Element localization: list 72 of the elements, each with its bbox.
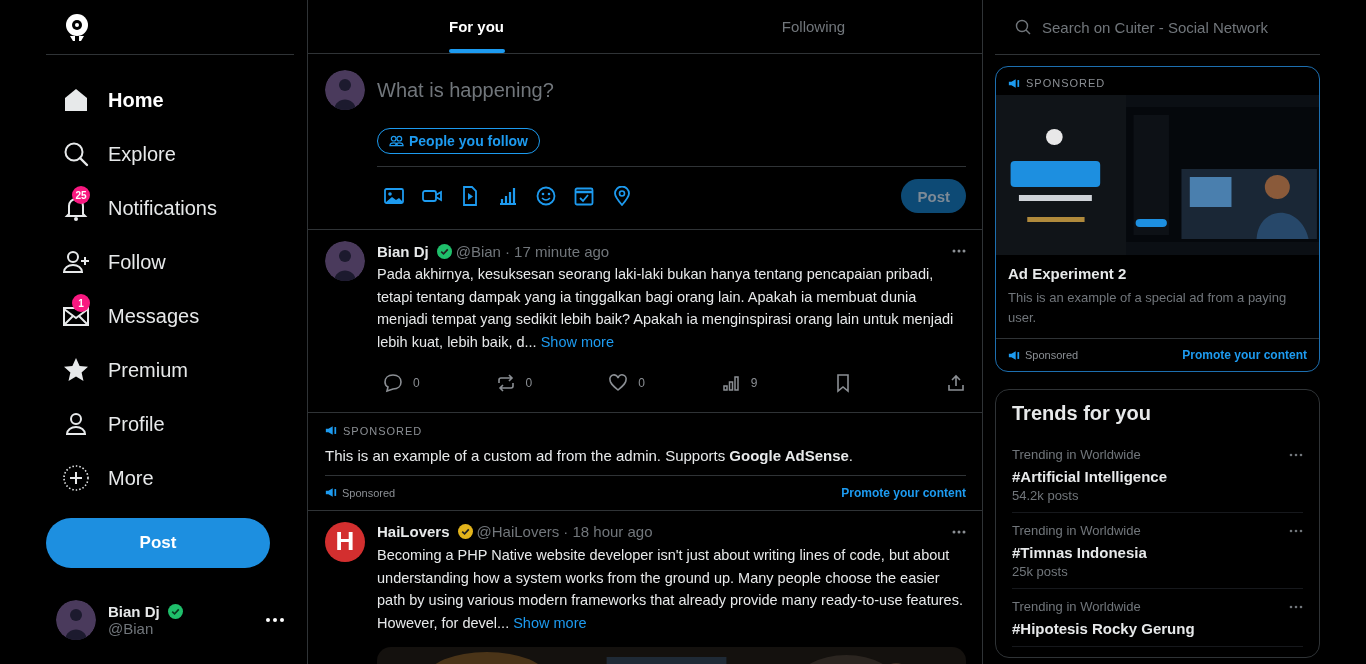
count-badge: 1	[72, 294, 90, 312]
author-name[interactable]: Bian Dj	[377, 242, 429, 260]
search-icon	[1015, 19, 1031, 35]
account-handle: @Bian	[108, 620, 155, 637]
share-icon[interactable]	[945, 372, 966, 393]
play-file-icon[interactable]	[460, 186, 480, 206]
post-text: Becoming a PHP Native website developer isn't just about writing lines of code, but about understanding how a system works from the ground up. Many people choose the easier path by using various modern frameworks that already provide many ready-to-use features. However, for devel... Show more	[377, 545, 964, 633]
more-icon[interactable]	[952, 249, 966, 253]
avatar	[325, 70, 365, 110]
nav-item[interactable]: Profile	[108, 412, 165, 436]
reply-count: 0	[413, 375, 420, 390]
ad-text: This is an example of a custom ad from the admin. Supports Google AdSense.	[325, 446, 966, 476]
heart-icon[interactable]	[608, 372, 629, 393]
show-more-link[interactable]: Show more	[513, 614, 587, 631]
home-icon	[62, 86, 90, 114]
sponsored-label: Sponsored	[342, 486, 396, 499]
trends-title: Trends for you	[1012, 402, 1152, 425]
trend-context: Trending in Worldwide	[1012, 599, 1141, 614]
map-pin-icon[interactable]	[612, 186, 632, 206]
megaphone-icon	[325, 426, 337, 436]
calendar-icon[interactable]	[574, 186, 594, 206]
user-plus-icon	[62, 248, 90, 276]
megaphone-icon	[1008, 78, 1020, 88]
comment-icon[interactable]	[383, 372, 403, 393]
nav-item[interactable]: Premium	[108, 358, 188, 382]
feed-tab[interactable]: Following	[645, 0, 982, 53]
more-icon[interactable]	[266, 618, 284, 622]
trend-context: Trending in Worldwide	[1012, 447, 1141, 462]
view-count: 9	[750, 375, 758, 390]
like-count: 0	[638, 375, 645, 390]
smiley-icon[interactable]	[536, 186, 556, 206]
search-icon	[62, 140, 90, 168]
nav-item[interactable]: Follow	[108, 250, 166, 274]
post-time: · 17 minute ago	[504, 242, 610, 260]
repost-icon[interactable]	[495, 372, 516, 393]
feed-tab[interactable]: For you	[308, 0, 645, 53]
account-name: Bian Dj	[108, 603, 160, 620]
nav-item[interactable]: Home	[108, 88, 164, 112]
post-count: 25k posts	[1012, 564, 1069, 579]
count-badge: 25	[72, 186, 90, 204]
ad-text: This is an example of a special ad from a paying user.	[1008, 289, 1288, 327]
post-time: · 18 hour ago	[563, 523, 653, 541]
bar-chart-icon[interactable]	[498, 186, 518, 206]
post-text: Pada akhirnya, kesuksesan seorang laki-laki bukan hanya tentang pencapaian pribadi, tetapi tentang dampak yang ia tinggalkan bagi orang lain. Apakah ia membuat dunia menjadi tempat yang sedikit lebih baik? Apakah ia menginspirasi orang lain untuk menjadi lebih kuat, lebih baik, d... Show more	[377, 265, 955, 353]
trend-tag[interactable]: #Artificial Intelligence	[1012, 468, 1303, 485]
author-handle: @HaiLovers	[476, 523, 560, 541]
megaphone-icon	[325, 488, 337, 498]
promote-link[interactable]: Promote your content	[841, 485, 966, 500]
nav-item[interactable]: Explore	[108, 142, 176, 166]
search-field[interactable]: Search on Cuiter - Social Network	[1042, 18, 1320, 36]
ad-title[interactable]: Ad Experiment 2	[996, 255, 1319, 282]
people-icon	[389, 135, 404, 147]
promote-link[interactable]: Promote your content	[1182, 348, 1307, 362]
nav-item[interactable]: More	[108, 466, 154, 490]
nav-item[interactable]: Messages	[108, 304, 200, 328]
plus-circle-icon	[62, 464, 90, 492]
image-icon[interactable]	[384, 186, 404, 206]
megaphone-icon	[1008, 350, 1020, 360]
sponsored-label: Sponsored	[1025, 349, 1079, 361]
show-more-link[interactable]: Show more	[540, 334, 614, 351]
author-handle: @Bian	[455, 242, 501, 260]
trend-context: Trending in Worldwide	[1012, 523, 1141, 538]
author-name[interactable]: HaiLovers	[377, 523, 450, 541]
sponsored-label: SPONSORED	[1026, 77, 1106, 89]
sponsored-label: SPONSORED	[343, 424, 423, 437]
more-icon[interactable]	[952, 529, 966, 534]
post-count: 54.2k posts	[1012, 488, 1080, 503]
trend-tag[interactable]: #Timnas Indonesia	[1012, 544, 1303, 561]
repost-count: 0	[525, 375, 533, 390]
trend-tag[interactable]: #Hipotesis Rocky Gerung	[1012, 620, 1303, 637]
nav-item[interactable]: Notifications	[108, 196, 217, 220]
avatar[interactable]: H	[325, 521, 365, 562]
